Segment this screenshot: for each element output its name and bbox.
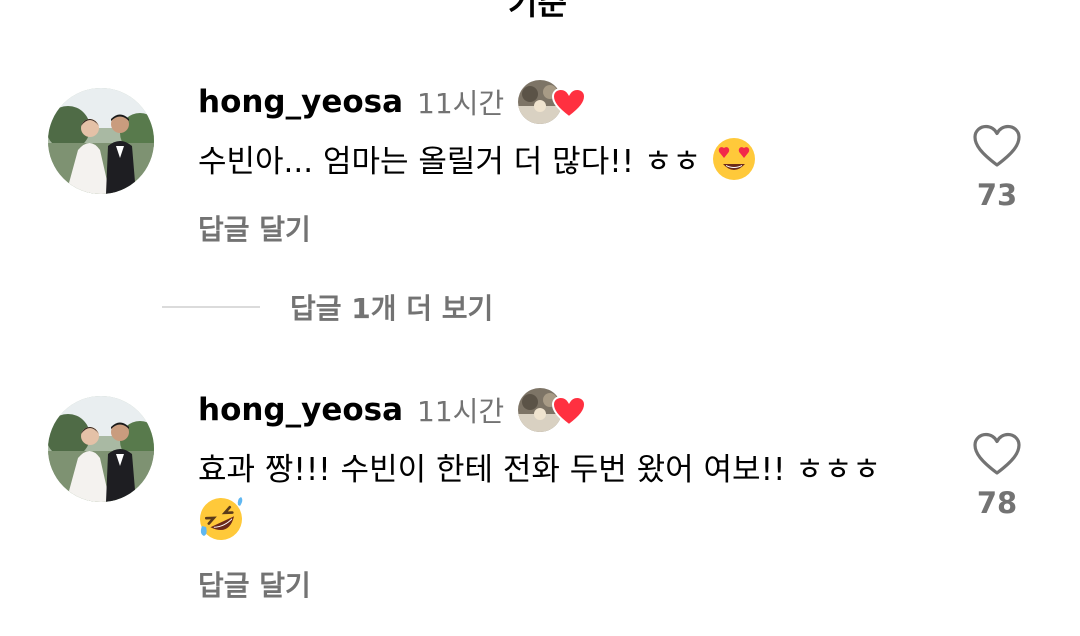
timestamp: 11시간 (417, 87, 505, 120)
comment-text: 수빈아... 엄마는 올릴거 더 많다!! ㅎㅎ (198, 136, 918, 198)
like-heart-icon[interactable] (960, 124, 1034, 172)
comments-panel: 기준 hong_yeosa 11시간 수빈아... 엄마는 올릴거 더 많다!!… (0, 0, 1080, 636)
comment-item: hong_yeosa 11시간 (0, 80, 1080, 260)
like-count: 78 (976, 486, 1018, 520)
view-more-replies[interactable]: 답글 1개 더 보기 (162, 282, 493, 332)
comment-item: hong_yeosa 11시간 (0, 388, 1080, 608)
comment-header: hong_yeosa 11시간 (198, 388, 587, 432)
username[interactable]: hong_yeosa (198, 392, 403, 428)
cutoff-text: 기준 (508, 0, 567, 22)
author-liked-badge (518, 388, 587, 432)
like-count: 73 (976, 178, 1018, 212)
heart-eyes-emoji (711, 136, 757, 198)
username[interactable]: hong_yeosa (198, 84, 403, 120)
view-replies-label[interactable]: 답글 1개 더 보기 (290, 287, 493, 327)
comment-body: 수빈아... 엄마는 올릴거 더 많다!! ㅎㅎ (198, 144, 701, 180)
comment-header: hong_yeosa 11시간 (198, 80, 587, 124)
avatar[interactable] (48, 396, 154, 502)
avatar[interactable] (48, 88, 154, 194)
heart-icon (552, 87, 587, 122)
author-liked-badge (518, 80, 587, 124)
like-column: 73 (960, 124, 1034, 212)
comment-body: 효과 짱!!! 수빈이 한테 전화 두번 왔어 여보!! ㅎㅎㅎ (198, 452, 881, 488)
reply-thread-line (162, 306, 260, 308)
heart-icon (552, 395, 587, 430)
timestamp: 11시간 (417, 395, 505, 428)
like-column: 78 (960, 432, 1034, 520)
reply-button[interactable]: 답글 달기 (198, 564, 311, 604)
reply-button[interactable]: 답글 달기 (198, 208, 311, 248)
comment-text: 효과 짱!!! 수빈이 한테 전화 두번 왔어 여보!! ㅎㅎㅎ (198, 444, 918, 558)
like-heart-icon[interactable] (960, 432, 1034, 480)
rolling-laughing-emoji (198, 496, 244, 558)
